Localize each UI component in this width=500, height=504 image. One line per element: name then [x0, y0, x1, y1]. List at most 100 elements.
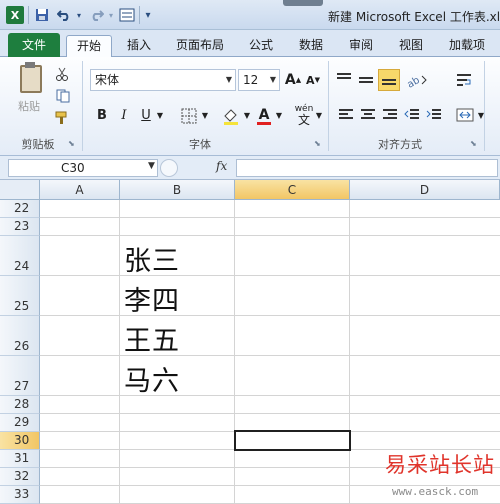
selected-cell-c30[interactable] — [234, 430, 351, 451]
save-icon[interactable] — [33, 6, 51, 24]
row-header-32[interactable]: 32 — [0, 468, 40, 486]
tab-page-layout[interactable]: 页面布局 — [168, 35, 232, 57]
font-group-label: 字体 — [189, 138, 211, 151]
shrink-font-label: A — [306, 73, 315, 87]
gridline — [40, 275, 500, 276]
excel-logo-icon[interactable]: X — [6, 6, 24, 24]
tab-insert[interactable]: 插入 — [118, 35, 160, 57]
gridline — [119, 200, 120, 504]
italic-button[interactable]: I — [115, 106, 133, 126]
cell-b24[interactable]: 张三 — [124, 239, 180, 278]
tab-view[interactable]: 视图 — [390, 35, 432, 57]
font-name-select[interactable]: 宋体 ▼ — [90, 69, 236, 91]
bold-button[interactable]: B — [93, 106, 111, 126]
gridline — [40, 217, 500, 218]
cell-b27[interactable]: 马六 — [124, 359, 180, 398]
row-header-28[interactable]: 28 — [0, 396, 40, 414]
phonetic-glyph-icon: 文 — [297, 113, 310, 127]
watermark-url: www.easck.com — [392, 485, 479, 498]
align-center-icon[interactable] — [358, 105, 378, 125]
row-header-27[interactable]: 27 — [0, 356, 40, 396]
cell-b25[interactable]: 李四 — [124, 279, 180, 318]
align-right-icon[interactable] — [380, 105, 400, 125]
row-header-22[interactable]: 22 — [0, 200, 40, 218]
svg-text:ab: ab — [406, 75, 422, 88]
clipboard-group-label: 剪贴板 — [21, 138, 55, 151]
cut-icon[interactable] — [53, 65, 71, 83]
align-bottom-icon[interactable] — [378, 69, 400, 91]
row-header-23[interactable]: 23 — [0, 218, 40, 236]
orientation-icon[interactable]: ab — [404, 69, 432, 91]
row-header-31[interactable]: 31 — [0, 450, 40, 468]
tab-addins[interactable]: 加载项 — [440, 35, 494, 57]
redo-icon[interactable] — [88, 6, 106, 24]
column-header-c[interactable]: C — [235, 180, 350, 200]
grow-font-button[interactable]: A ▲ — [284, 69, 302, 91]
formula-bar-handle-icon[interactable] — [160, 159, 178, 177]
underline-button[interactable]: U — [137, 106, 155, 126]
merge-center-icon[interactable] — [454, 105, 476, 125]
align-top-icon[interactable] — [334, 69, 354, 87]
font-color-swatch — [257, 121, 271, 125]
row-header-33[interactable]: 33 — [0, 486, 40, 504]
cell-b26[interactable]: 王五 — [124, 319, 180, 358]
group-divider — [328, 61, 329, 151]
phonetic-dropdown-icon[interactable]: ▼ — [314, 106, 324, 126]
row-header-24[interactable]: 24 — [0, 236, 40, 276]
redo-dropdown-icon[interactable]: ▾ — [106, 6, 116, 24]
group-divider — [82, 61, 83, 151]
format-painter-icon[interactable] — [53, 109, 71, 127]
font-color-dropdown-icon[interactable]: ▼ — [274, 106, 284, 126]
align-middle-icon[interactable] — [356, 69, 376, 91]
row-header-26[interactable]: 26 — [0, 316, 40, 356]
form-icon[interactable] — [118, 6, 136, 24]
align-left-icon[interactable] — [336, 105, 356, 125]
tab-file[interactable]: 文件 — [8, 33, 60, 57]
phonetic-guide-button[interactable]: wén 文 — [292, 104, 316, 128]
gridline — [40, 315, 500, 316]
fill-color-dropdown-icon[interactable]: ▼ — [242, 106, 252, 126]
ribbon: 粘贴 剪贴板 ⬊ 宋体 ▼ 12 ▼ A ▲ A ▼ B I U ▼ ▼ ▼ A ▼… — [0, 57, 500, 156]
row-header-29[interactable]: 29 — [0, 414, 40, 432]
alignment-launcher-icon[interactable]: ⬊ — [470, 139, 477, 148]
paste-label: 粘贴 — [18, 100, 40, 113]
underline-dropdown-icon[interactable]: ▼ — [155, 106, 165, 126]
customize-qat-icon[interactable]: ▾ — [142, 6, 154, 24]
formula-input[interactable] — [236, 159, 498, 177]
name-box[interactable]: C30 — [8, 159, 158, 177]
gridline — [40, 395, 500, 396]
chevron-down-icon[interactable]: ▼ — [148, 161, 155, 171]
tab-home[interactable]: 开始 — [66, 35, 112, 58]
tab-data[interactable]: 数据 — [290, 35, 332, 57]
row-header-25[interactable]: 25 — [0, 276, 40, 316]
font-size-select[interactable]: 12 ▼ — [238, 69, 280, 91]
font-color-button[interactable]: A — [254, 106, 274, 126]
title-grip — [283, 0, 323, 6]
font-name-value: 宋体 — [95, 73, 120, 87]
select-all-corner[interactable] — [0, 180, 40, 200]
increase-indent-icon[interactable] — [424, 105, 444, 125]
borders-dropdown-icon[interactable]: ▼ — [200, 106, 210, 126]
column-header-b[interactable]: B — [120, 180, 235, 200]
clipboard-launcher-icon[interactable]: ⬊ — [68, 139, 75, 148]
undo-icon[interactable] — [55, 6, 73, 24]
wrap-text-icon[interactable] — [454, 69, 474, 91]
formula-bar: C30 ▼ fx — [0, 156, 500, 180]
qat-divider — [28, 6, 29, 24]
decrease-indent-icon[interactable] — [402, 105, 422, 125]
shrink-font-button[interactable]: A ▼ — [304, 69, 322, 91]
column-header-d[interactable]: D — [350, 180, 500, 200]
tab-formulas[interactable]: 公式 — [240, 35, 282, 57]
column-header-a[interactable]: A — [40, 180, 120, 200]
title-bar: X ▾ ▾ ▾ 新建 Microsoft Excel 工作表.xls — [0, 0, 500, 30]
font-launcher-icon[interactable]: ⬊ — [314, 139, 321, 148]
qat-divider — [139, 6, 140, 24]
gridline — [40, 235, 500, 236]
undo-dropdown-icon[interactable]: ▾ — [74, 6, 84, 24]
copy-icon[interactable] — [53, 87, 75, 105]
tab-review[interactable]: 审阅 — [340, 35, 382, 57]
borders-icon[interactable] — [178, 106, 200, 126]
row-header-30[interactable]: 30 — [0, 432, 40, 450]
fill-color-icon[interactable] — [220, 106, 242, 126]
insert-function-button[interactable]: fx — [216, 159, 227, 173]
